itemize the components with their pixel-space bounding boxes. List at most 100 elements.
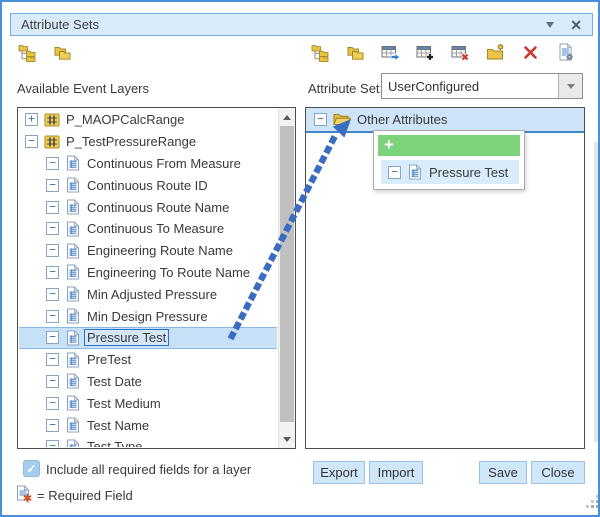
tree-item[interactable]: − Test Date: [19, 371, 277, 393]
add-table-icon[interactable]: [416, 43, 435, 62]
event-layers-tree-icon[interactable]: [18, 43, 37, 62]
scroll-down-button[interactable]: [279, 431, 295, 448]
tree-item[interactable]: −Test Medium: [19, 392, 277, 414]
tree-item[interactable]: −PreTest: [19, 349, 277, 371]
close-icon[interactable]: ✕: [570, 18, 582, 32]
tree-item[interactable]: − Min Adjusted Pressure: [19, 283, 277, 305]
expand-toggle-icon[interactable]: −: [46, 331, 59, 344]
expand-toggle-icon[interactable]: −: [46, 440, 59, 447]
tree-item[interactable]: −Engineering To Route Name: [19, 262, 277, 284]
toolbar-left: [18, 43, 72, 62]
expand-all-folders-icon[interactable]: [53, 43, 72, 62]
field-icon: [65, 177, 81, 193]
dialog-title: Attribute Sets: [21, 17, 546, 32]
drag-preview: + − Pressure Test: [373, 130, 525, 190]
field-icon: [65, 417, 81, 433]
tree-item[interactable]: −Pressure Test: [19, 327, 277, 349]
field-icon: [65, 221, 81, 237]
field-icon: [65, 439, 81, 447]
configure-attribute-set-icon[interactable]: [556, 43, 575, 62]
tree-item[interactable]: −Continuous To Measure: [19, 218, 277, 240]
tree-item-label: Continuous From Measure: [87, 156, 241, 171]
other-attributes-label: Other Attributes: [357, 112, 447, 127]
attribute-set-tree-icon[interactable]: [311, 43, 330, 62]
close-button[interactable]: Close: [531, 461, 585, 484]
scrollbar-thumb[interactable]: [280, 126, 294, 422]
field-icon: [65, 373, 81, 389]
attribute-sets-dialog: Attribute Sets ✕ Available Event Layers …: [0, 0, 600, 517]
available-event-layers-label: Available Event Layers: [17, 81, 149, 96]
expand-toggle-icon[interactable]: −: [314, 113, 327, 126]
dock-menu-caret-icon[interactable]: [546, 22, 554, 32]
tree-scrollbar[interactable]: [278, 108, 295, 448]
event-layer-tree: +P_MAOPCalcRange−P_TestPressureRange−Con…: [19, 109, 277, 447]
expand-attribute-folders-icon[interactable]: [346, 43, 365, 62]
save-button[interactable]: Save: [479, 461, 527, 484]
expand-toggle-icon[interactable]: −: [46, 179, 59, 192]
expand-toggle-icon[interactable]: −: [46, 244, 59, 257]
field-icon: [65, 199, 81, 215]
expand-toggle-icon[interactable]: −: [46, 353, 59, 366]
expand-toggle-icon[interactable]: −: [46, 310, 59, 323]
field-icon: [65, 155, 81, 171]
required-field-icon: [15, 485, 33, 503]
drop-add-indicator: +: [378, 135, 520, 156]
tree-item[interactable]: − Continuous From Measure: [19, 153, 277, 175]
tree-item[interactable]: − Test Name: [19, 414, 277, 436]
expand-toggle-icon[interactable]: −: [46, 288, 59, 301]
include-required-fields-label: Include all required fields for a layer: [46, 462, 251, 477]
tree-item-label: Min Adjusted Pressure: [87, 287, 217, 302]
chevron-down-icon: [567, 84, 575, 93]
expand-toggle-icon[interactable]: −: [46, 397, 59, 410]
tree-item-label: Test Type: [87, 439, 142, 447]
include-required-fields-checkbox[interactable]: ✓: [23, 460, 40, 477]
attribute-set-combobox[interactable]: UserConfigured: [381, 73, 583, 99]
tree-item-label: Continuous Route Name: [87, 200, 229, 215]
new-attribute-set-icon[interactable]: [486, 43, 505, 62]
resize-grip-icon[interactable]: [586, 495, 600, 509]
expand-toggle-icon[interactable]: −: [25, 135, 38, 148]
field-icon: [65, 286, 81, 302]
tree-item-label: P_TestPressureRange: [66, 134, 196, 149]
tree-item[interactable]: + P_MAOPCalcRange: [19, 109, 277, 131]
field-icon: [65, 243, 81, 259]
tree-item-label: Test Name: [87, 418, 149, 433]
tree-item[interactable]: −Continuous Route ID: [19, 174, 277, 196]
tree-item[interactable]: − Continuous Route Name: [19, 196, 277, 218]
delete-attribute-set-icon[interactable]: [521, 43, 540, 62]
tree-item-label: Test Date: [87, 374, 142, 389]
tree-item[interactable]: − Test Type: [19, 436, 277, 447]
export-button[interactable]: Export: [313, 461, 365, 484]
open-folder-icon: [333, 112, 351, 127]
field-icon: [65, 395, 81, 411]
triangle-up-icon: [283, 111, 291, 120]
field-icon: [407, 164, 423, 180]
expand-toggle-icon[interactable]: −: [46, 266, 59, 279]
field-icon: [65, 308, 81, 324]
go-to-table-icon[interactable]: [381, 43, 400, 62]
event-layer-icon: [44, 112, 60, 128]
expand-toggle-icon[interactable]: −: [46, 201, 59, 214]
tree-item-label: Min Design Pressure: [87, 309, 208, 324]
attribute-set-dropdown-button[interactable]: [558, 74, 582, 98]
event-layers-panel: +P_MAOPCalcRange−P_TestPressureRange−Con…: [17, 107, 296, 449]
tree-item-label: P_MAOPCalcRange: [66, 112, 185, 127]
import-button[interactable]: Import: [369, 461, 423, 484]
dragged-item-label: Pressure Test: [429, 165, 508, 180]
expand-toggle-icon[interactable]: −: [46, 419, 59, 432]
expand-toggle-icon[interactable]: −: [46, 222, 59, 235]
dragged-item-row: − Pressure Test: [381, 160, 519, 184]
remove-table-icon[interactable]: [451, 43, 470, 62]
attribute-set-value: UserConfigured: [382, 74, 558, 98]
tree-item[interactable]: − Min Design Pressure: [19, 305, 277, 327]
tree-item[interactable]: − P_TestPressureRange: [19, 131, 277, 153]
field-icon: [65, 352, 81, 368]
expand-toggle-icon[interactable]: +: [25, 113, 38, 126]
expand-toggle-icon[interactable]: −: [46, 375, 59, 388]
scroll-up-button[interactable]: [279, 108, 295, 125]
background-artifact: [594, 142, 599, 442]
dialog-titlebar: Attribute Sets ✕: [10, 13, 593, 36]
tree-item[interactable]: −Engineering Route Name: [19, 240, 277, 262]
event-layer-icon: [44, 134, 60, 150]
expand-toggle-icon[interactable]: −: [46, 157, 59, 170]
